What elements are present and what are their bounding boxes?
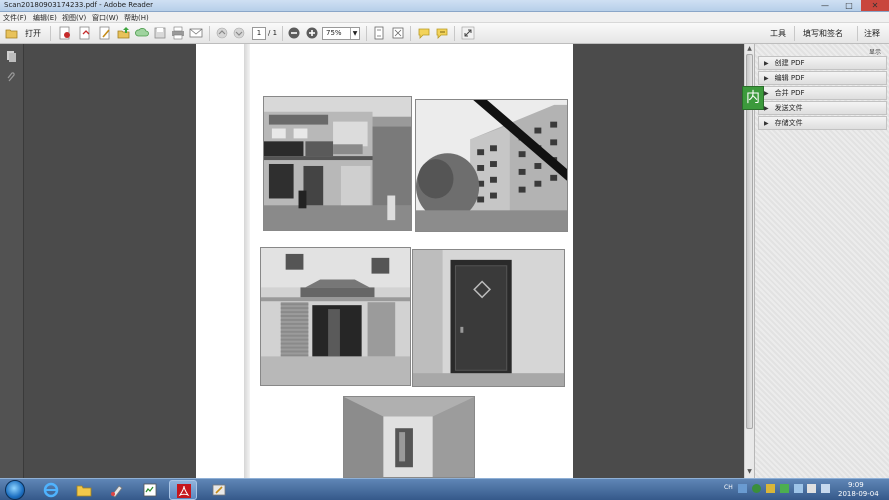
paintbrush-icon[interactable] (205, 480, 233, 500)
next-page-icon[interactable] (232, 26, 246, 40)
tray-action-center-icon[interactable] (821, 484, 830, 493)
toolbar-divider (209, 26, 210, 41)
task-manager-icon[interactable] (136, 480, 164, 500)
expand-triangle-icon: ▶ (764, 75, 769, 82)
toolbar-divider (857, 26, 858, 41)
panel-item-label: 合并 PDF (774, 89, 805, 97)
prev-page-icon[interactable] (215, 26, 229, 40)
expand-triangle-icon: ▶ (764, 60, 769, 67)
tools-link[interactable]: 工具 (770, 28, 786, 39)
panel-item-combine-pdf[interactable]: ▶ 合并 PDF (758, 86, 887, 100)
tray-ime-icon[interactable] (752, 484, 761, 493)
tray-security-icon[interactable] (780, 484, 789, 493)
ime-floating-badge[interactable]: 内 (742, 86, 764, 110)
print-icon[interactable] (171, 26, 185, 40)
edit-icon[interactable] (98, 26, 112, 40)
start-button[interactable] (5, 480, 25, 500)
scanned-photo-corridor (343, 396, 475, 478)
menu-view[interactable]: 视图(V) (62, 13, 86, 23)
explorer-folder-icon[interactable] (70, 480, 98, 500)
fit-page-icon[interactable] (372, 26, 386, 40)
panel-item-label: 编辑 PDF (774, 74, 805, 82)
ie-icon[interactable] (37, 480, 65, 500)
panel-item-store-files[interactable]: ▶ 存储文件 (758, 116, 887, 130)
menu-file[interactable]: 文件(F) (3, 13, 27, 23)
scanned-photo-door (412, 249, 565, 387)
page-number-input[interactable]: 1 (252, 27, 266, 40)
panel-item-edit-pdf[interactable]: ▶ 编辑 PDF (758, 71, 887, 85)
window-title: Scan20180903174233.pdf - Adobe Reader (4, 1, 154, 9)
panel-toggle[interactable]: 显示 (869, 47, 881, 56)
comment-icon[interactable] (417, 26, 431, 40)
scroll-up-icon[interactable]: ▲ (746, 45, 753, 53)
toolbar-divider (366, 26, 367, 41)
expand-triangle-icon: ▶ (764, 90, 769, 97)
expand-triangle-icon: ▶ (764, 105, 769, 112)
volume-icon[interactable] (807, 484, 816, 493)
scanned-photo-entrance (260, 247, 411, 386)
panel-item-send-files[interactable]: ▶ 发送文件 (758, 101, 887, 115)
toolbar-divider (454, 26, 455, 41)
menu-window[interactable]: 窗口(W) (92, 13, 118, 23)
close-button[interactable]: ✕ (861, 0, 889, 11)
page-thumbnails-icon[interactable] (5, 50, 18, 63)
tray-keyboard-icon[interactable] (738, 484, 747, 493)
title-bar: Scan20180903174233.pdf - Adobe Reader — … (0, 0, 889, 12)
navigation-pane (0, 44, 24, 478)
clock-date[interactable]: 2018-09-04 (838, 490, 879, 498)
expand-triangle-icon: ▶ (764, 120, 769, 127)
toolbar-divider (410, 26, 411, 41)
cloud-icon[interactable] (135, 26, 149, 40)
tray-settings-icon[interactable] (766, 484, 775, 493)
email-icon[interactable] (189, 26, 203, 40)
minimize-button[interactable]: — (813, 0, 837, 11)
scan-shadow (244, 44, 250, 478)
open-folder-icon[interactable] (5, 26, 19, 40)
document-viewport[interactable] (24, 44, 744, 478)
toolbar-divider (794, 26, 795, 41)
pdf-export-icon[interactable] (78, 26, 92, 40)
highlight-icon[interactable] (435, 26, 449, 40)
scanned-photo-apartment-building (415, 99, 568, 232)
panel-item-create-pdf[interactable]: ▶ 创建 PDF (758, 56, 887, 70)
page-total: / 1 (268, 29, 278, 37)
language-indicator[interactable]: CH (724, 484, 733, 491)
fill-sign-link[interactable]: 填写和签名 (803, 28, 843, 39)
menu-edit[interactable]: 编辑(E) (33, 13, 57, 23)
scroll-thumb[interactable] (746, 54, 753, 429)
menu-help[interactable]: 帮助(H) (124, 13, 149, 23)
panel-item-label: 存储文件 (774, 119, 803, 127)
tray-network-icon[interactable] (794, 484, 803, 493)
zoom-value: 75% (326, 29, 342, 37)
upload-icon[interactable] (117, 26, 131, 40)
taskbar: CH 9:09 2018-09-04 (0, 478, 889, 500)
toolbar-divider (282, 26, 283, 41)
pdf-page (196, 44, 573, 478)
scanned-photo-street-shops (263, 96, 412, 231)
paint-icon[interactable] (103, 480, 131, 500)
panel-item-label: 创建 PDF (774, 59, 805, 67)
zoom-out-icon[interactable] (287, 26, 301, 40)
maximize-button[interactable]: □ (837, 0, 861, 11)
chevron-down-icon: ▼ (350, 28, 359, 39)
full-screen-icon[interactable] (391, 26, 405, 40)
save-icon[interactable] (153, 26, 167, 40)
toolbar-divider (50, 26, 51, 41)
clock-time[interactable]: 9:09 (848, 481, 864, 489)
comment-link[interactable]: 注释 (864, 28, 880, 39)
panel-item-label: 发送文件 (774, 104, 803, 112)
toolbar: 打开 1 / 1 75% ▼ 工具 填写和签名 注释 (0, 23, 889, 44)
zoom-in-icon[interactable] (305, 26, 319, 40)
adobe-reader-icon[interactable] (169, 480, 197, 500)
tools-panel: 显示 ▶ 创建 PDF ▶ 编辑 PDF ▶ 合并 PDF ▶ 发送文件 ▶ 存储文件 (754, 44, 889, 478)
attachment-icon[interactable] (5, 71, 18, 84)
pdf-create-icon[interactable] (58, 26, 72, 40)
expand-icon[interactable] (461, 26, 475, 40)
menu-bar: 文件(F) 编辑(E) 视图(V) 窗口(W) 帮助(H) (0, 12, 889, 23)
scroll-down-icon[interactable]: ▼ (746, 468, 753, 476)
zoom-select[interactable]: 75% ▼ (322, 27, 360, 40)
open-button-label[interactable]: 打开 (25, 28, 41, 39)
